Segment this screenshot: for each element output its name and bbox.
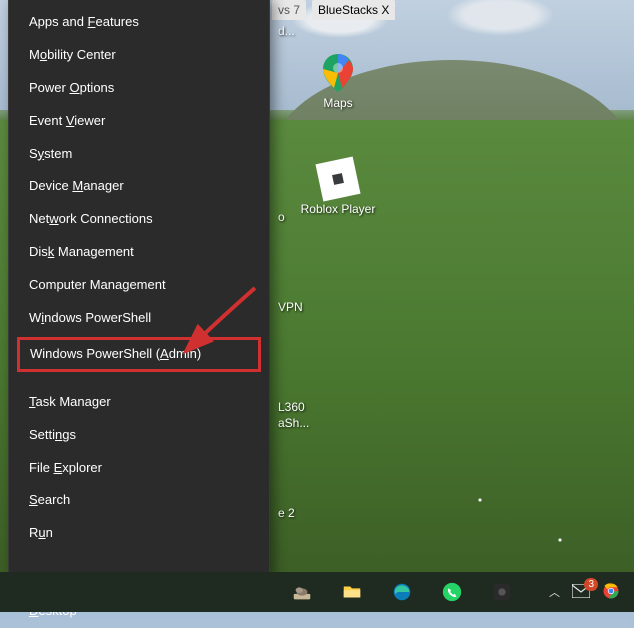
winx-item-label: Settings [29, 427, 76, 444]
taskbar: ︿ 3 [0, 572, 634, 612]
winx-item-windows-powershell-admin[interactable]: Windows PowerShell (Admin) [17, 337, 261, 372]
taskbar-app-dark[interactable] [478, 572, 526, 612]
truncated-label: VPN [278, 300, 318, 314]
maps-icon [317, 52, 359, 94]
winx-item-task-manager[interactable]: Task Manager [9, 386, 269, 419]
winx-item-settings[interactable]: Settings [9, 419, 269, 452]
winx-item-device-manager[interactable]: Device Manager [9, 170, 269, 203]
winx-item-label: Windows PowerShell (Admin) [30, 346, 201, 363]
winx-item-file-explorer[interactable]: File Explorer [9, 452, 269, 485]
taskbar-left-gap [6, 572, 276, 612]
tray-chrome-icon[interactable] [602, 582, 620, 603]
winx-item-label: Task Manager [29, 394, 111, 411]
winx-item-label: Disk Management [29, 244, 134, 261]
truncated-label: aSh... [278, 416, 318, 430]
winx-item-system[interactable]: System [9, 138, 269, 171]
winx-item-windows-powershell[interactable]: Windows PowerShell [9, 302, 269, 335]
desktop-icon-roblox[interactable]: Roblox Player [300, 158, 376, 217]
winx-item-label: Network Connections [29, 211, 153, 228]
winx-item-label: Computer Management [29, 277, 166, 294]
winx-item-apps-and-features[interactable]: Apps and Features [9, 6, 269, 39]
winx-item-label: Windows PowerShell [29, 310, 151, 327]
winx-item-label: Event Viewer [29, 113, 105, 130]
taskbar-file-explorer[interactable] [328, 572, 376, 612]
winx-item-label: Search [29, 492, 70, 509]
winx-item-search[interactable]: Search [9, 484, 269, 517]
tab-partial-1[interactable]: vs 7 [272, 0, 306, 20]
winx-item-label: Power Options [29, 80, 114, 97]
winx-item-label: Run [29, 525, 53, 542]
roblox-icon [317, 158, 359, 200]
taskbar-whatsapp[interactable] [428, 572, 476, 612]
taskbar-app-1[interactable] [278, 572, 326, 612]
winx-item-network-connections[interactable]: Network Connections [9, 203, 269, 236]
system-tray: ︿ 3 [549, 582, 628, 603]
desktop-icon-label: Maps [300, 97, 376, 111]
winx-item-label: Device Manager [29, 178, 124, 195]
winx-item-label: Mobility Center [29, 47, 116, 64]
desktop-icon-maps[interactable]: Maps [300, 52, 376, 111]
winx-item-computer-management[interactable]: Computer Management [9, 269, 269, 302]
truncated-label: d... [278, 24, 318, 38]
tray-overflow-icon[interactable]: ︿ [549, 584, 560, 600]
winx-item-run[interactable]: Run [9, 517, 269, 550]
taskbar-edge[interactable] [378, 572, 426, 612]
winx-item-disk-management[interactable]: Disk Management [9, 236, 269, 269]
tab-partial-2[interactable]: BlueStacks X [312, 0, 395, 20]
winx-item-label: File Explorer [29, 460, 102, 477]
mail-badge: 3 [584, 578, 598, 591]
tray-mail-icon[interactable]: 3 [572, 584, 590, 601]
background-window-tabs: vs 7 BlueStacks X [272, 0, 395, 20]
truncated-label: e 2 [278, 506, 318, 520]
winx-item-label: System [29, 146, 72, 163]
truncated-label: L360 [278, 400, 318, 414]
winx-item-mobility-center[interactable]: Mobility Center [9, 39, 269, 72]
winx-item-event-viewer[interactable]: Event Viewer [9, 105, 269, 138]
winx-menu: Apps and Features Mobility Center Power Op… [8, 0, 270, 580]
winx-item-label: Apps and Features [29, 14, 139, 31]
truncated-label: o [278, 210, 318, 224]
winx-item-power-options[interactable]: Power Options [9, 72, 269, 105]
